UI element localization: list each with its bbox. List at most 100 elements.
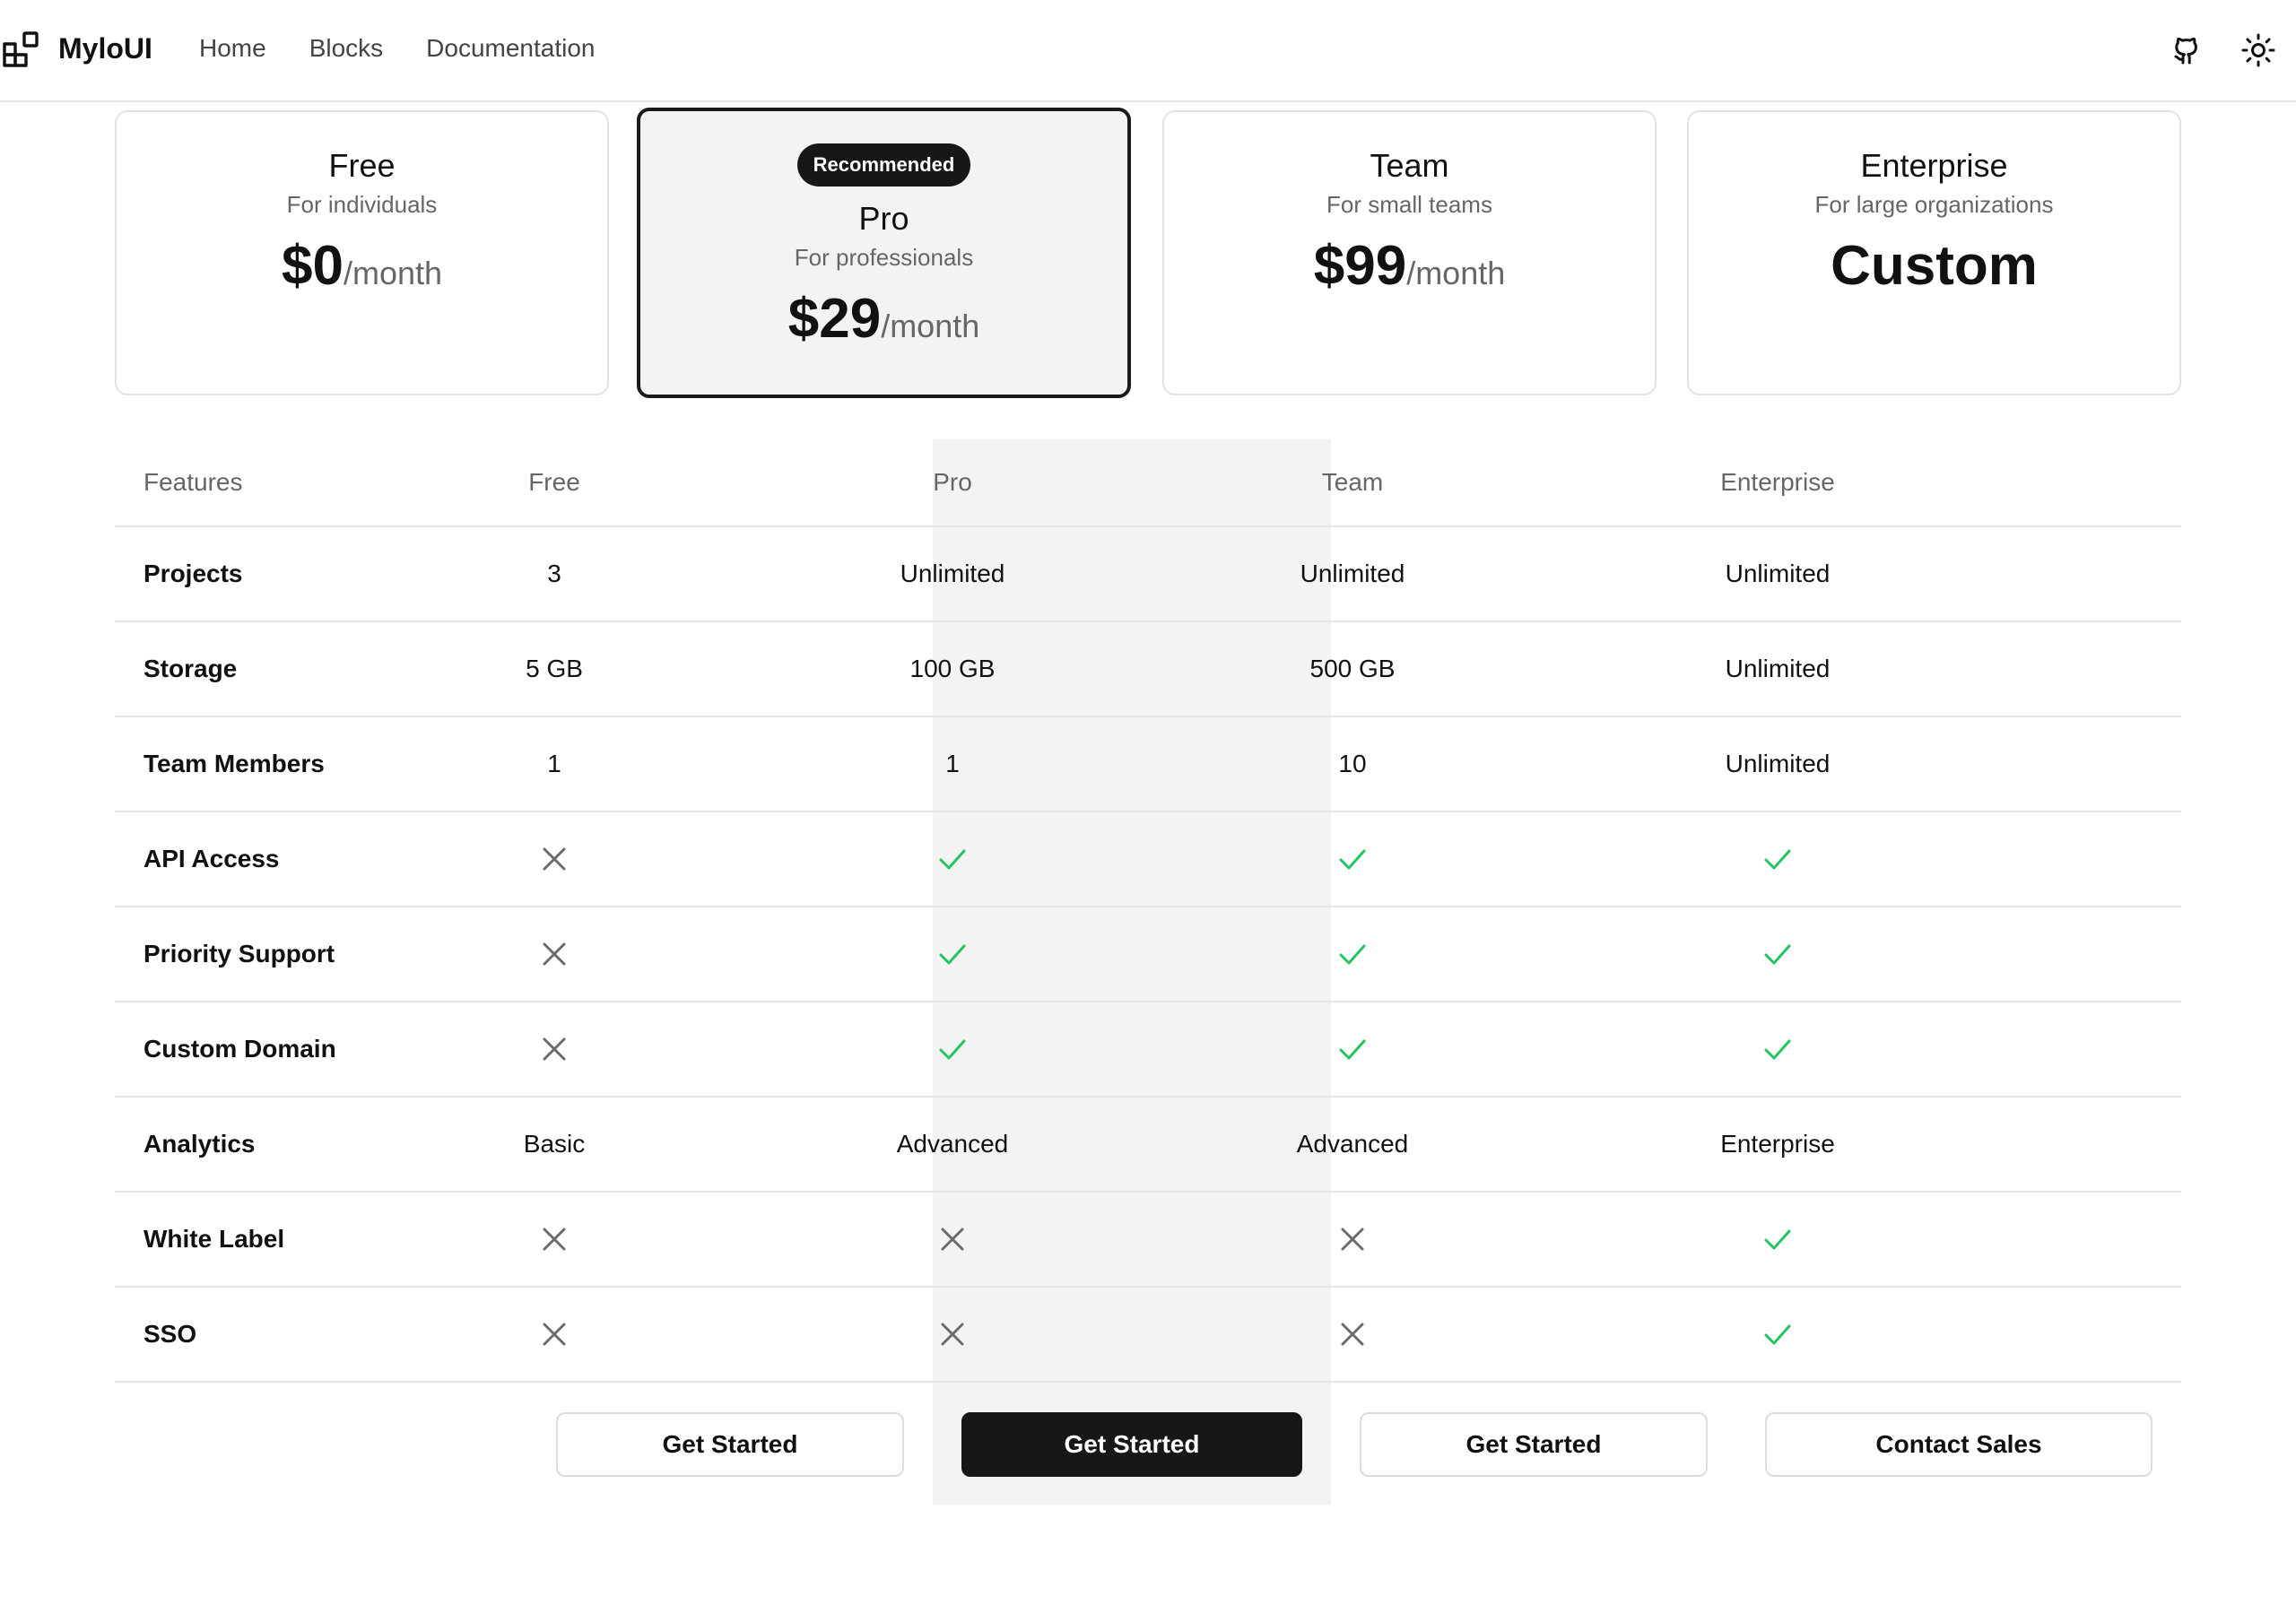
recommended-badge: Recommended xyxy=(796,143,971,187)
plan-price: $29/month xyxy=(640,283,1127,369)
feature-value-pro: 1 xyxy=(945,750,960,777)
x-icon xyxy=(543,1228,566,1251)
feature-value-team xyxy=(1218,1193,1487,1286)
check-icon xyxy=(939,1039,966,1060)
plan-card-team[interactable]: Team For small teams $99/month xyxy=(1162,110,1657,395)
table-row: Custom Domain xyxy=(115,1002,2181,1098)
header-free: Free xyxy=(528,468,580,496)
feature-value-free: 5 GB xyxy=(526,655,583,682)
x-icon xyxy=(941,1228,964,1251)
feature-name: SSO xyxy=(144,1320,197,1348)
check-icon xyxy=(939,849,966,870)
feature-value-free xyxy=(420,812,689,906)
plan-price: Custom xyxy=(1689,230,2179,317)
check-icon xyxy=(1764,944,1791,965)
price-amount: $29 xyxy=(787,288,882,350)
feature-value-pro xyxy=(818,1288,1087,1381)
table-row: Storage 5 GB 100 GB 500 GB Unlimited xyxy=(115,622,2181,717)
get-started-team-button[interactable]: Get Started xyxy=(1360,1412,1708,1477)
plan-price: $99/month xyxy=(1164,230,1655,317)
nav-link-blocks[interactable]: Blocks xyxy=(309,34,383,63)
header-team: Team xyxy=(1321,468,1384,496)
header-features: Features xyxy=(144,468,243,496)
feature-value-pro xyxy=(818,812,1087,906)
feature-name: Projects xyxy=(144,560,243,587)
table-row: SSO xyxy=(115,1288,2181,1383)
table-row: API Access xyxy=(115,812,2181,907)
plan-description: For large organizations xyxy=(1814,191,2054,218)
feature-value-enterprise: Enterprise xyxy=(1720,1130,1835,1158)
x-icon xyxy=(1341,1228,1364,1251)
feature-value-enterprise xyxy=(1643,1002,1912,1096)
feature-value-free: 3 xyxy=(547,560,561,587)
feature-value-free xyxy=(420,1193,689,1286)
main-nav: Home Blocks Documentation xyxy=(199,34,639,63)
sun-icon[interactable] xyxy=(2240,32,2276,68)
feature-value-team: 10 xyxy=(1338,750,1367,777)
price-period: /month xyxy=(881,308,980,344)
feature-name: Team Members xyxy=(144,750,325,777)
top-navbar: MyloUI Home Blocks Documentation xyxy=(0,0,2296,102)
feature-value-free xyxy=(420,907,689,1001)
table-row: White Label xyxy=(115,1193,2181,1288)
check-icon xyxy=(1764,849,1791,870)
price-period: /month xyxy=(1406,255,1506,291)
plan-card-enterprise[interactable]: Enterprise For large organizations Custo… xyxy=(1687,110,2181,395)
table-header-row: Features Free Pro Team Enterprise xyxy=(115,439,2181,527)
feature-value-pro xyxy=(818,1002,1087,1096)
x-icon xyxy=(543,847,566,871)
feature-name: API Access xyxy=(144,845,280,872)
plan-description: For professionals xyxy=(794,244,974,271)
check-icon xyxy=(1339,1039,1366,1060)
feature-name: Custom Domain xyxy=(144,1035,336,1063)
feature-value-team xyxy=(1218,812,1487,906)
plan-price: $0/month xyxy=(117,230,607,317)
feature-value-free xyxy=(420,1288,689,1381)
feature-value-enterprise xyxy=(1643,1288,1912,1381)
get-started-pro-button[interactable]: Get Started xyxy=(961,1412,1302,1477)
feature-value-team: Advanced xyxy=(1296,1130,1409,1158)
feature-value-pro: 100 GB xyxy=(909,655,996,682)
feature-name: Storage xyxy=(144,655,238,682)
x-icon xyxy=(941,1323,964,1346)
feature-value-team xyxy=(1218,907,1487,1001)
nav-link-documentation[interactable]: Documentation xyxy=(426,34,595,63)
nav-link-home[interactable]: Home xyxy=(199,34,266,63)
feature-value-enterprise: Unlimited xyxy=(1725,560,1831,587)
check-icon xyxy=(1764,1039,1791,1060)
header-enterprise: Enterprise xyxy=(1720,468,1835,496)
get-started-free-button[interactable]: Get Started xyxy=(556,1412,904,1477)
price-period: /month xyxy=(343,255,443,291)
x-icon xyxy=(543,942,566,966)
feature-value-enterprise xyxy=(1643,907,1912,1001)
plan-card-pro[interactable]: Recommended Pro For professionals $29/mo… xyxy=(637,108,1131,398)
plan-card-free[interactable]: Free For individuals $0/month xyxy=(115,110,609,395)
x-icon xyxy=(543,1323,566,1346)
feature-value-pro: Advanced xyxy=(896,1130,1009,1158)
feature-value-pro xyxy=(818,1193,1087,1286)
check-icon xyxy=(1339,849,1366,870)
check-icon xyxy=(1764,1324,1791,1345)
feature-value-free xyxy=(420,1002,689,1096)
brand-name: MyloUI xyxy=(58,31,152,65)
feature-value-pro xyxy=(818,907,1087,1001)
feature-value-enterprise: Unlimited xyxy=(1725,750,1831,777)
feature-name: White Label xyxy=(144,1225,285,1253)
feature-value-enterprise xyxy=(1643,1193,1912,1286)
blocks-logo-icon xyxy=(3,30,40,67)
feature-value-team: Unlimited xyxy=(1300,560,1405,587)
github-icon[interactable] xyxy=(2169,32,2205,68)
plan-description: For individuals xyxy=(286,191,438,218)
brand[interactable]: MyloUI xyxy=(3,30,152,67)
feature-value-enterprise: Unlimited xyxy=(1725,655,1831,682)
contact-sales-button[interactable]: Contact Sales xyxy=(1765,1412,2152,1477)
price-amount: Custom xyxy=(1831,235,2038,297)
table-row: Analytics Basic Advanced Advanced Enterprise xyxy=(115,1098,2181,1193)
check-icon xyxy=(1764,1229,1791,1250)
price-amount: $0 xyxy=(281,235,344,297)
price-amount: $99 xyxy=(1313,235,1407,297)
plan-description: For small teams xyxy=(1326,191,1492,218)
header-pro: Pro xyxy=(933,468,972,496)
table-row: Priority Support xyxy=(115,907,2181,1002)
feature-value-free: Basic xyxy=(523,1130,586,1158)
